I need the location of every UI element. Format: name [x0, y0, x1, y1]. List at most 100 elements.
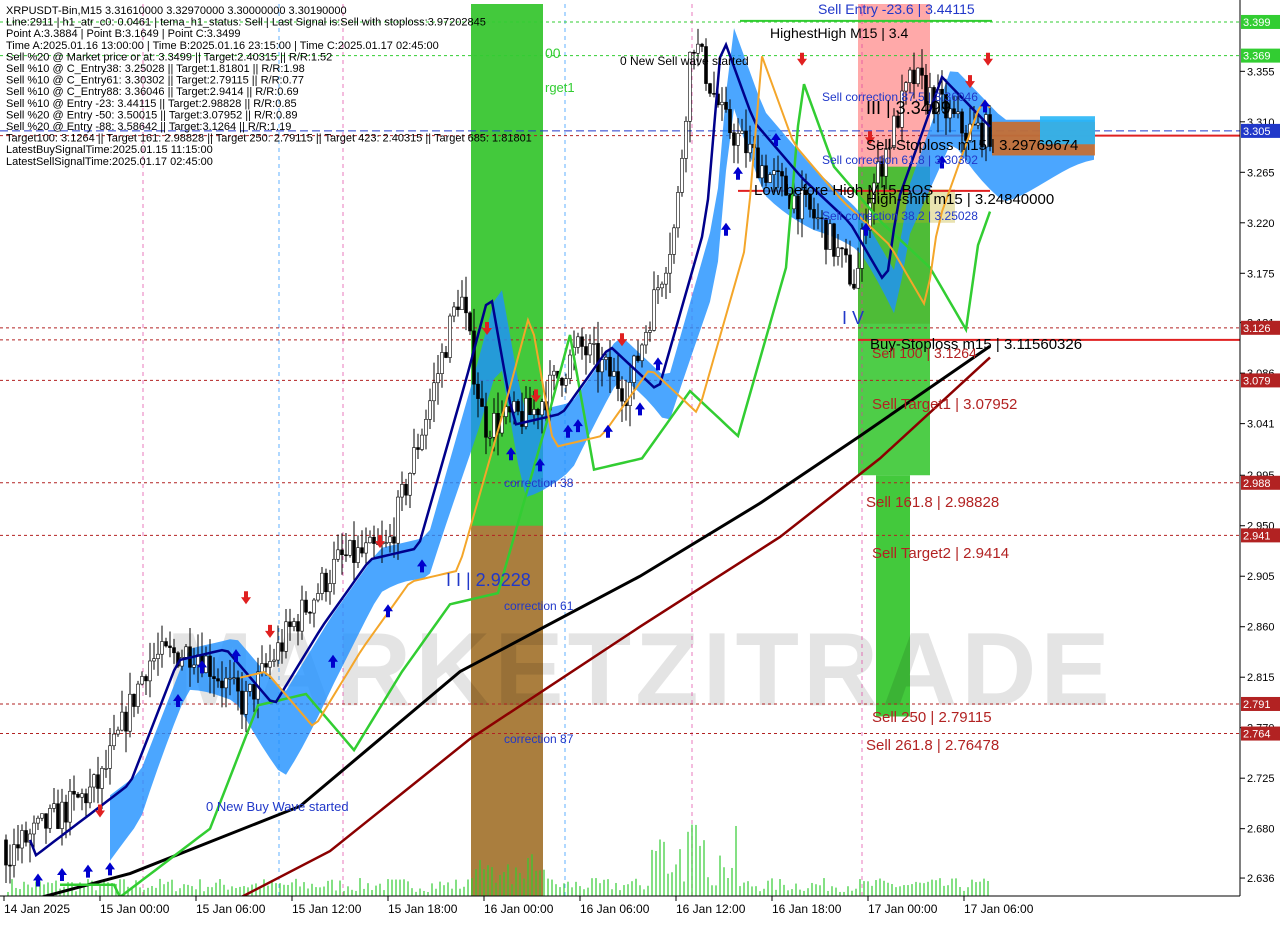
- candle-body: [464, 296, 468, 314]
- candle-body: [756, 147, 760, 179]
- chart-container[interactable]: MARKETZITRADE Sell Entry -23.6 | 3.44115…: [0, 0, 1280, 920]
- candle-body: [348, 540, 352, 556]
- candle-body: [588, 343, 592, 356]
- candle-body: [408, 473, 412, 496]
- candle-body: [12, 844, 16, 866]
- candle-body: [84, 793, 88, 804]
- candle-body: [372, 536, 376, 544]
- candle-body: [456, 306, 460, 310]
- candle-body: [828, 223, 832, 250]
- y-tick-label: 3.175: [1247, 268, 1275, 280]
- candle-body: [564, 378, 568, 386]
- candle-body: [108, 745, 112, 769]
- candle-body: [320, 572, 324, 594]
- y-tick-label: 2.815: [1247, 672, 1275, 684]
- annotation-correction-61: correction 61: [504, 599, 574, 613]
- y-tick-label: 3.220: [1247, 218, 1275, 230]
- x-tick-label: 16 Jan 18:00: [772, 902, 842, 916]
- candle-body: [68, 790, 72, 823]
- candle-body: [172, 647, 176, 654]
- candle-body: [532, 409, 536, 416]
- candle-body: [484, 406, 488, 438]
- price-tag-label: 2.988: [1243, 478, 1271, 490]
- price-tag-label: 2.764: [1243, 729, 1271, 741]
- candle-body: [72, 790, 76, 795]
- candle-body: [420, 434, 424, 450]
- candle-body: [584, 346, 588, 356]
- candle-body: [416, 447, 420, 450]
- candle-body: [676, 192, 680, 229]
- candle-body: [236, 677, 240, 692]
- x-tick-label: 16 Jan 00:00: [484, 902, 554, 916]
- y-tick-label: 2.905: [1247, 571, 1275, 583]
- price-tag-label: 2.941: [1243, 530, 1271, 542]
- candle-body: [204, 655, 208, 673]
- candle-body: [540, 401, 544, 416]
- candle-body: [732, 132, 736, 146]
- candle-body: [192, 664, 196, 668]
- candle-body: [368, 536, 372, 544]
- candle-body: [812, 209, 816, 219]
- candle-body: [488, 436, 492, 439]
- x-tick-label: 17 Jan 06:00: [964, 902, 1034, 916]
- candle-body: [128, 693, 132, 732]
- candle-body: [328, 583, 332, 593]
- candle-body: [956, 111, 960, 115]
- annotation-sell-stoploss: Sell-Stoploss m15 | 3.29769674: [866, 137, 1078, 154]
- candle-body: [260, 663, 264, 673]
- candle-body: [404, 484, 408, 496]
- info-line-2: Point A:3.3884 | Point B:3.1649 | Point …: [6, 28, 240, 40]
- candle-body: [424, 419, 428, 436]
- annotation-correction-38: correction 38: [504, 476, 574, 490]
- candle-body: [660, 283, 664, 289]
- candle-body: [644, 332, 648, 346]
- candle-body: [316, 593, 320, 601]
- candle-body: [712, 93, 716, 95]
- candle-body: [448, 315, 452, 358]
- candle-body: [744, 130, 748, 154]
- candle-body: [356, 547, 360, 563]
- candle-body: [116, 729, 120, 735]
- candle-body: [224, 677, 228, 689]
- x-tick-label: 15 Jan 18:00: [388, 902, 458, 916]
- candle-body: [284, 621, 288, 652]
- candle-body: [528, 397, 532, 416]
- candle-body: [612, 371, 616, 377]
- info-line-5: Sell %10 @ C_Entry38: 3.25028 || Target:…: [6, 63, 305, 75]
- candle-body: [620, 388, 624, 402]
- candle-body: [760, 165, 764, 179]
- price-tag-label: 3.305: [1243, 126, 1271, 138]
- candle-body: [140, 676, 144, 685]
- candle-body: [132, 693, 136, 707]
- annotation-new-sell-wave: 0 New Sell wave started: [620, 54, 749, 68]
- price-tag-label: 3.079: [1243, 375, 1271, 387]
- candle-body: [396, 496, 400, 544]
- candle-body: [76, 793, 80, 798]
- candle-body: [16, 844, 20, 849]
- annotation-sell-2618: Sell 261.8 | 2.76478: [866, 737, 999, 754]
- candle-body: [560, 377, 564, 386]
- candle-body: [8, 864, 12, 867]
- y-tick-label: 3.041: [1247, 419, 1275, 431]
- candle-body: [860, 228, 864, 269]
- candle-body: [364, 542, 368, 554]
- x-tick-label: 16 Jan 06:00: [580, 902, 650, 916]
- info-line-1: Line:2911 | h1_atr_c0: 0.0461 | tema_h1_…: [6, 17, 486, 29]
- candle-body: [184, 646, 188, 658]
- price-chart[interactable]: MARKETZITRADE Sell Entry -23.6 | 3.44115…: [0, 0, 1280, 920]
- x-tick-label: 15 Jan 00:00: [100, 902, 170, 916]
- candle-body: [852, 283, 856, 289]
- annotation-sell-correction-382: Sell correction 38.2 | 3.25028: [822, 209, 978, 223]
- candle-body: [920, 67, 924, 76]
- candle-body: [36, 817, 40, 824]
- candle-body: [156, 653, 160, 659]
- candle-body: [92, 774, 96, 788]
- x-tick-label: 16 Jan 12:00: [676, 902, 746, 916]
- candle-body: [432, 382, 436, 402]
- y-tick-label: 2.860: [1247, 622, 1275, 634]
- annotation-highest-high: HighestHigh M15 | 3.4: [770, 25, 908, 41]
- candle-body: [440, 352, 444, 374]
- candle-body: [232, 677, 236, 680]
- candle-body: [648, 330, 652, 333]
- candle-body: [32, 822, 36, 835]
